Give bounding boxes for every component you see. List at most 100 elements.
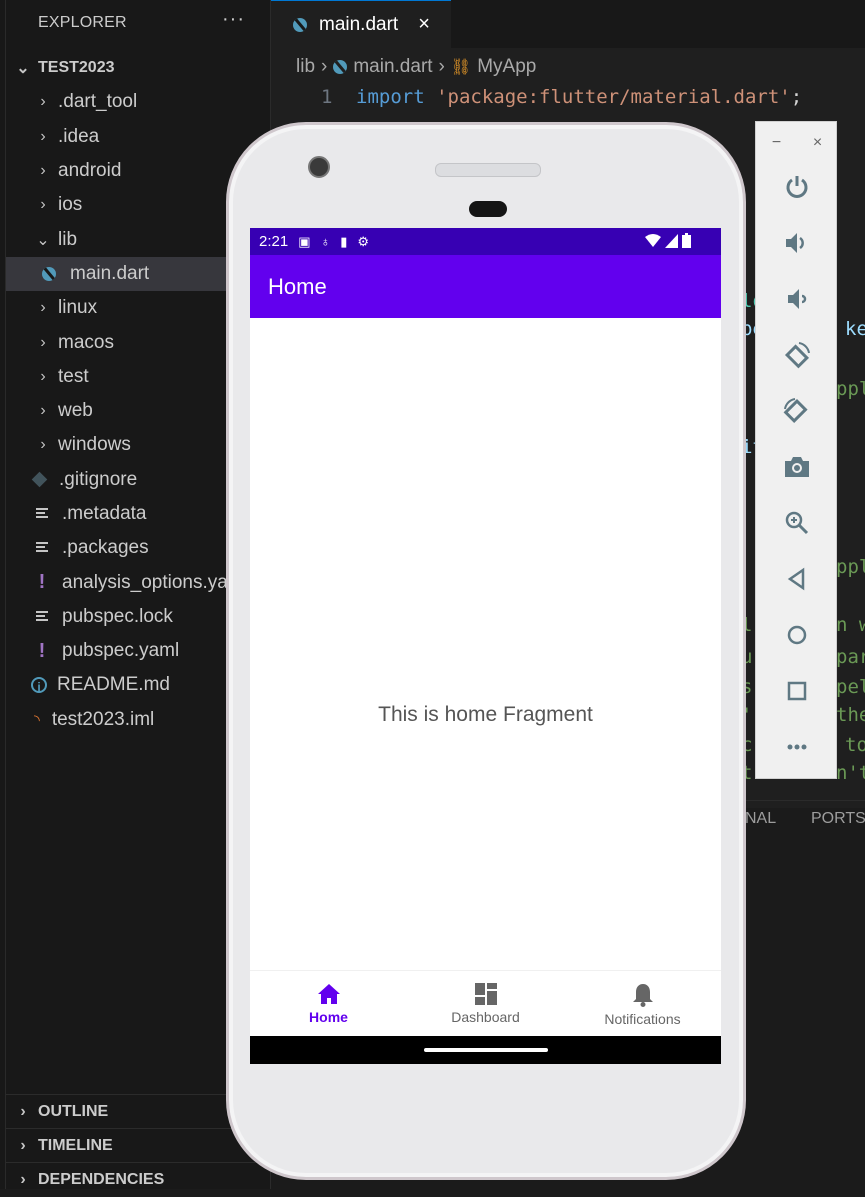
- camera-icon: [785, 457, 809, 477]
- code-fragment: the: [836, 704, 865, 726]
- emulator-window-controls: − ×: [756, 134, 838, 152]
- tree-item-label: .gitignore: [59, 468, 138, 490]
- nav-home[interactable]: Home: [250, 971, 407, 1037]
- editor-tab-bar: main.dart ×: [271, 0, 865, 48]
- settings-gear-icon: ⚙: [357, 233, 370, 249]
- tree-item-label: test: [58, 365, 89, 387]
- chevron-right-icon: ›: [40, 299, 46, 317]
- overview-button[interactable]: [780, 674, 814, 708]
- tree-item-idea[interactable]: › .idea: [6, 120, 270, 154]
- yaml-icon: !: [38, 639, 46, 662]
- zoom-button[interactable]: [780, 506, 814, 540]
- project-name: TEST2023: [38, 59, 115, 77]
- text-file-icon: [36, 508, 48, 520]
- power-button[interactable]: [780, 170, 814, 204]
- code-fragment: ppl: [836, 556, 865, 578]
- volume-down-icon: [788, 289, 807, 309]
- home-button[interactable]: [780, 618, 814, 652]
- volume-down-button[interactable]: [780, 282, 814, 316]
- bell-icon: [632, 984, 653, 1007]
- rotate-left-button[interactable]: [780, 338, 814, 372]
- chevron-right-icon: ›: [20, 1171, 26, 1188]
- code-fragment: par: [836, 646, 865, 668]
- more-button[interactable]: [780, 730, 814, 764]
- app-bar: Home: [250, 255, 721, 318]
- fragment-text: This is home Fragment: [378, 703, 593, 726]
- chevron-down-icon: ⌄: [16, 60, 30, 78]
- nav-notifications[interactable]: Notifications: [564, 971, 721, 1037]
- notification-a-icon: ▣: [298, 233, 311, 249]
- close-icon[interactable]: ×: [418, 13, 430, 36]
- volume-up-button[interactable]: [780, 226, 814, 260]
- tree-item-label: pubspec.lock: [62, 605, 173, 627]
- chevron-right-icon: ›: [40, 367, 46, 385]
- more-dots-icon: [787, 744, 807, 750]
- tree-item-label: linux: [58, 297, 98, 319]
- tree-item-label: macos: [58, 331, 114, 353]
- panel-tab-terminal[interactable]: NAL: [745, 810, 776, 828]
- chevron-right-icon: ›: [40, 333, 46, 351]
- breadcrumb-item[interactable]: main.dart: [353, 56, 432, 78]
- back-button[interactable]: [780, 562, 814, 596]
- rss-icon: ◝: [34, 711, 40, 729]
- chevron-right-icon: ›: [20, 1137, 26, 1154]
- rotate-left-icon: [784, 342, 810, 369]
- breadcrumb-item[interactable]: lib: [296, 56, 315, 78]
- tree-item-label: test2023.iml: [51, 708, 155, 730]
- line-number: 1: [321, 86, 333, 108]
- code-string: 'package:flutter/material.dart': [436, 86, 791, 108]
- tree-item-label: pubspec.yaml: [62, 640, 180, 662]
- tree-item-label: main.dart: [70, 262, 150, 284]
- battery-icon: [682, 233, 691, 248]
- app-bar-title: Home: [268, 274, 327, 299]
- tree-item-label: ios: [58, 194, 83, 216]
- rotate-right-button[interactable]: [780, 394, 814, 428]
- text-file-icon: [36, 610, 48, 623]
- dependencies-section[interactable]: › DEPENDENCIES: [6, 1162, 270, 1197]
- chevron-down-icon: ⌄: [36, 231, 50, 249]
- breadcrumb-item[interactable]: MyApp: [477, 56, 536, 78]
- code-fragment: ke: [845, 318, 865, 340]
- code-keyword: import: [356, 86, 425, 108]
- timeline-section[interactable]: › TIMELINE: [6, 1128, 270, 1163]
- tab-main-dart[interactable]: main.dart ×: [271, 0, 451, 48]
- section-label: DEPENDENCIES: [38, 1171, 165, 1188]
- chevron-right-icon: ›: [40, 162, 46, 180]
- nav-label: Notifications: [604, 1011, 681, 1027]
- section-label: TIMELINE: [38, 1137, 113, 1154]
- chevron-right-icon: ›: [40, 402, 46, 420]
- tree-item-label: web: [58, 400, 93, 422]
- breadcrumb: lib › main.dart › ⛓ MyApp: [296, 56, 536, 78]
- tree-item-label: .metadata: [62, 503, 147, 524]
- gesture-bar: [250, 1036, 721, 1064]
- text-file-icon: [36, 542, 48, 554]
- power-icon: [786, 176, 808, 198]
- tree-item-label: .packages: [62, 537, 149, 559]
- code-fragment: ppl: [836, 378, 865, 400]
- class-symbol-icon: ⛓: [450, 59, 472, 76]
- info-icon: i: [31, 677, 47, 694]
- nav-label: Dashboard: [451, 1009, 520, 1025]
- tree-item-label: android: [58, 160, 122, 182]
- tree-item-label: README.md: [57, 674, 170, 696]
- home-handle[interactable]: [424, 1048, 548, 1052]
- code-fragment: n w: [836, 614, 865, 636]
- tree-item-label: windows: [58, 434, 131, 456]
- screenshot-button[interactable]: [780, 450, 814, 484]
- zoom-in-icon: [785, 511, 809, 535]
- minimize-icon[interactable]: −: [772, 134, 781, 152]
- dart-file-icon: [42, 266, 56, 281]
- panel-tab-ports[interactable]: PORTS: [811, 810, 865, 828]
- tree-item-label: analysis_options.yaml: [62, 571, 248, 593]
- nav-label: Home: [309, 1009, 348, 1025]
- nav-dashboard[interactable]: Dashboard: [407, 971, 564, 1037]
- project-root[interactable]: ⌄ TEST2023: [6, 51, 270, 85]
- chevron-right-icon: ›: [40, 127, 46, 145]
- ellipsis-icon[interactable]: ···: [222, 8, 245, 31]
- tree-item-label: lib: [58, 228, 78, 250]
- chevron-right-icon: ›: [20, 1103, 26, 1120]
- tree-item-dart-tool[interactable]: › .dart_tool: [6, 85, 270, 119]
- phone-screen[interactable]: 2:21 ▣ ♁ ▮ ⚙ Home This is home Fragment …: [250, 228, 721, 1064]
- close-icon[interactable]: ×: [813, 134, 822, 152]
- yaml-icon: !: [38, 571, 46, 594]
